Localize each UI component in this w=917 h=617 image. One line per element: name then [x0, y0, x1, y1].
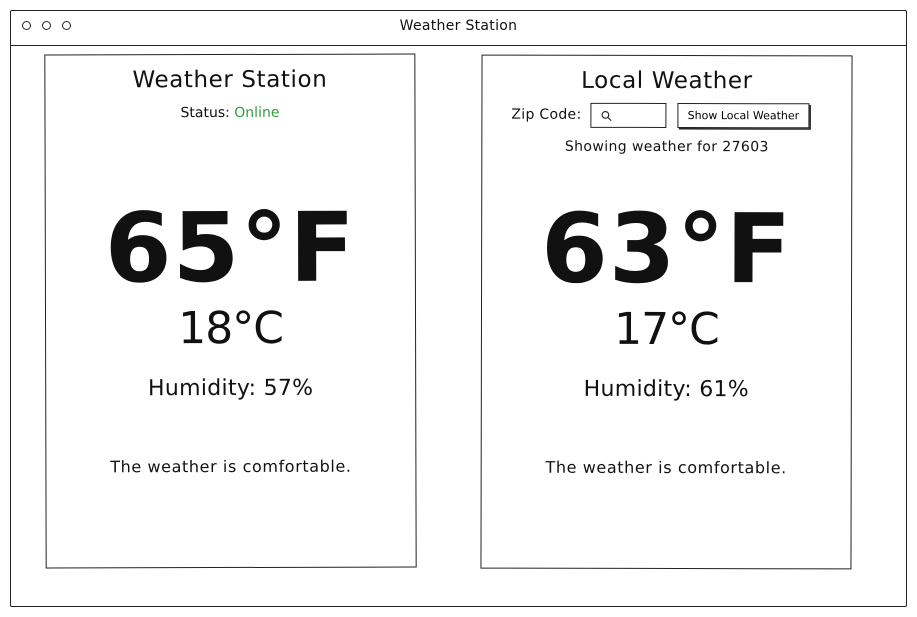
- search-icon: [601, 111, 612, 121]
- local-title: Local Weather: [581, 67, 753, 95]
- humidity-readout: Humidity: 57%: [147, 375, 314, 402]
- comfort-message: The weather is comfortable.: [545, 457, 787, 478]
- showing-weather-text: Showing weather for 27603: [564, 138, 769, 156]
- temperature-celsius: 17°C: [614, 303, 719, 356]
- zip-code-input[interactable]: [615, 105, 662, 124]
- temperature-celsius: 18°C: [178, 302, 283, 355]
- show-local-weather-button[interactable]: Show Local Weather: [677, 103, 810, 129]
- zip-code-label: Zip Code:: [511, 106, 582, 123]
- temperature-fahrenheit: 63°F: [540, 192, 793, 306]
- station-title: Weather Station: [132, 66, 328, 94]
- humidity-readout: Humidity: 61%: [583, 376, 750, 403]
- status-badge: Online: [234, 104, 280, 121]
- local-weather-panel: Local Weather Zip Code: Show Local Weath…: [480, 54, 853, 570]
- station-panel: Weather Station Status: Online 65°F 18°C…: [44, 53, 417, 569]
- temperature-fahrenheit: 65°F: [104, 191, 357, 305]
- comfort-message: The weather is comfortable.: [110, 456, 352, 477]
- zip-code-field[interactable]: [590, 102, 667, 128]
- zip-code-row: Zip Code: Show Local Weather: [482, 102, 851, 130]
- status-label: Status:: [180, 105, 230, 122]
- status-line: Status: Online: [45, 105, 414, 122]
- window-title: Weather Station: [399, 18, 518, 34]
- title-bar: Weather Station: [11, 11, 906, 46]
